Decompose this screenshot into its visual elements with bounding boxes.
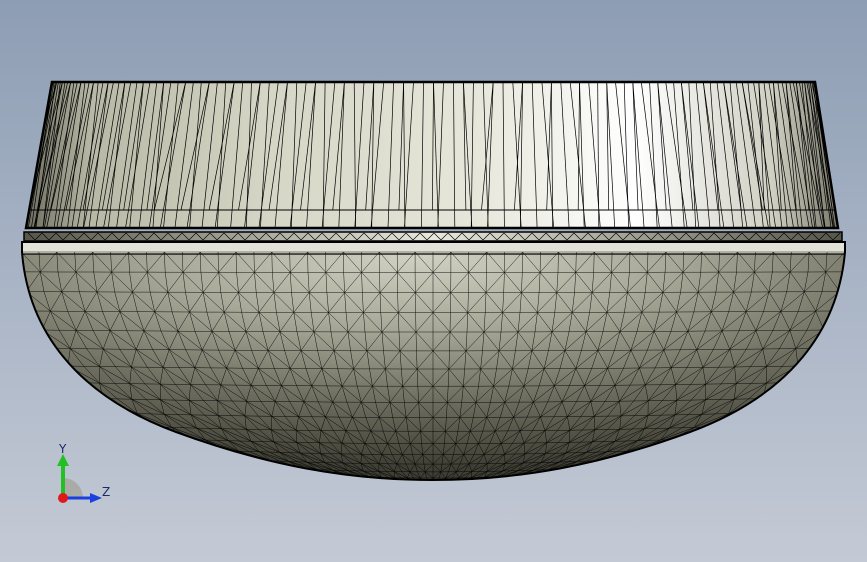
coordinate-triad: Y Z <box>48 440 118 510</box>
x-axis-icon <box>58 493 68 503</box>
groove-band[interactable] <box>23 231 843 242</box>
graphics-viewport[interactable]: Y Z <box>0 0 867 562</box>
dome-body[interactable] <box>21 241 846 486</box>
z-axis-label: Z <box>102 485 111 499</box>
model-render[interactable] <box>0 0 867 562</box>
y-axis-label: Y <box>59 442 67 456</box>
rim-body[interactable] <box>12 80 845 230</box>
